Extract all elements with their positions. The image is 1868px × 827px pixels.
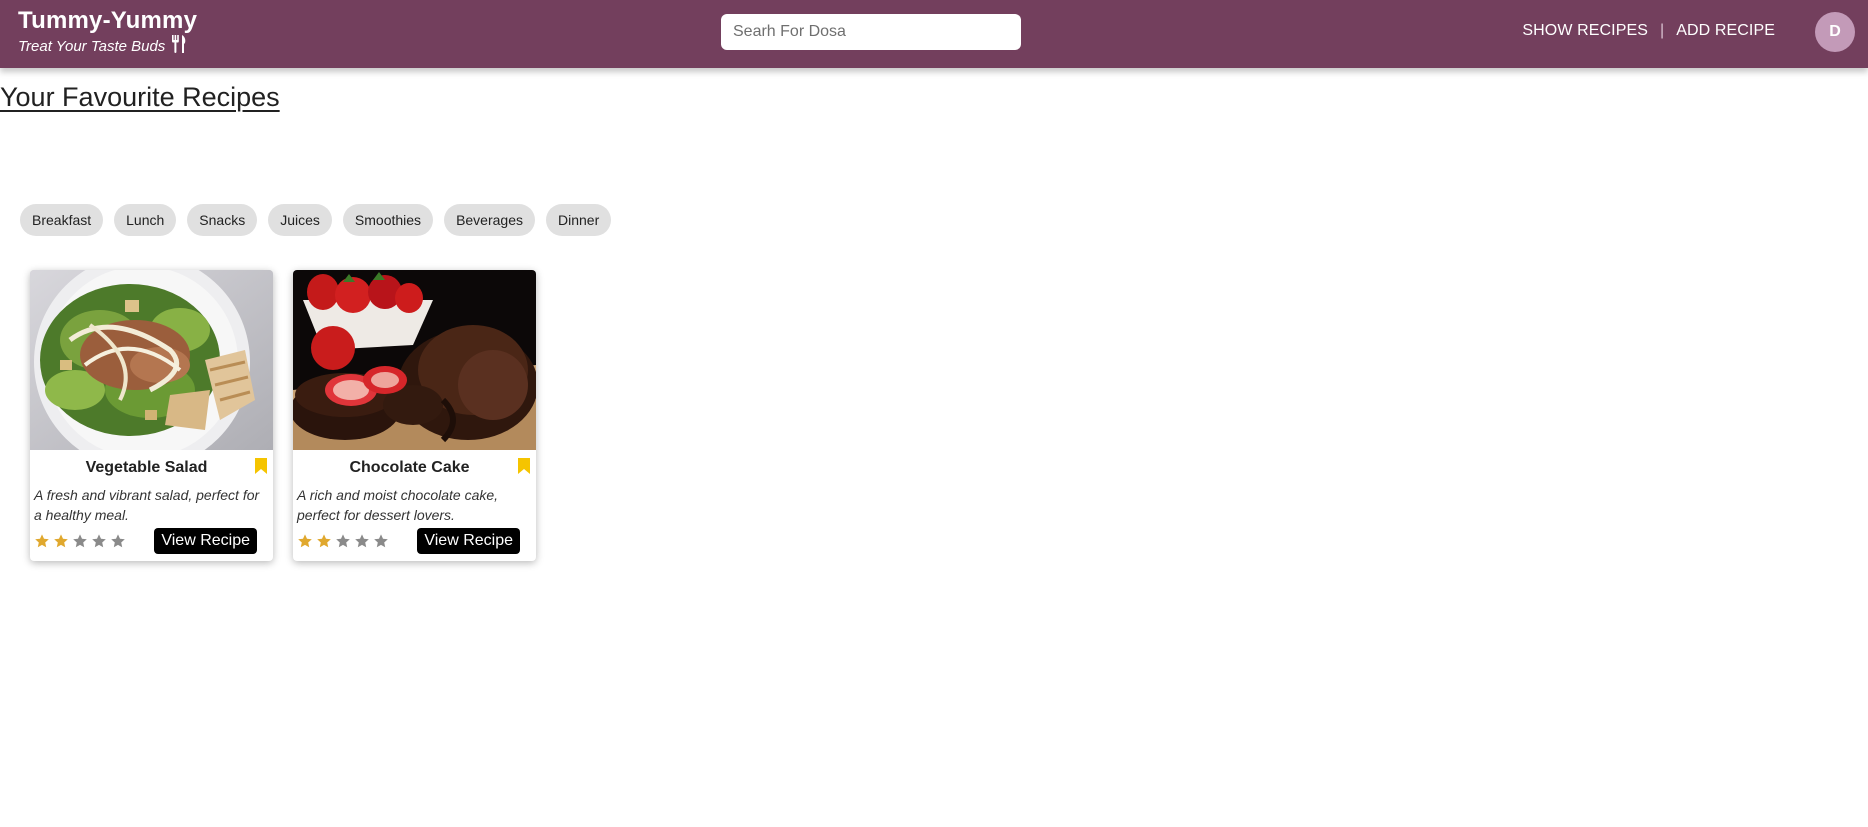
page-title: Your Favourite Recipes — [0, 82, 280, 112]
recipe-title: Vegetable Salad — [85, 459, 208, 476]
nav-add-recipe[interactable]: ADD RECIPE — [1676, 22, 1775, 40]
nav-separator: | — [1660, 22, 1665, 39]
app-title: Tummy-Yummy — [18, 7, 198, 34]
star-empty-icon[interactable] — [354, 533, 370, 549]
chip-dinner[interactable]: Dinner — [546, 204, 612, 236]
recipe-cards: Vegetable Salad A fresh and vibrant sala… — [30, 270, 536, 561]
search-input[interactable] — [721, 14, 1021, 50]
card-footer: View Recipe — [297, 528, 532, 554]
chip-juices[interactable]: Juices — [268, 204, 332, 236]
chip-breakfast[interactable]: Breakfast — [20, 204, 104, 236]
chip-beverages[interactable]: Beverages — [444, 204, 535, 236]
star-empty-icon[interactable] — [373, 533, 389, 549]
recipe-card: Chocolate Cake A rich and moist chocolat… — [293, 270, 536, 561]
view-recipe-button[interactable]: View Recipe — [417, 528, 520, 554]
view-recipe-button[interactable]: View Recipe — [154, 528, 257, 554]
recipe-description: A fresh and vibrant salad, perfect for a… — [34, 487, 260, 523]
brand[interactable]: Tummy-Yummy Treat Your Taste Buds — [18, 7, 197, 59]
main-nav: SHOW RECIPES | ADD RECIPE — [1522, 22, 1775, 40]
app-tagline: Treat Your Taste Buds — [18, 35, 197, 59]
star-empty-icon[interactable] — [335, 533, 351, 549]
recipe-card: Vegetable Salad A fresh and vibrant sala… — [30, 270, 273, 561]
rating-stars — [297, 533, 389, 549]
star-filled-icon[interactable] — [297, 533, 313, 549]
recipe-image-salad[interactable] — [30, 270, 273, 450]
chip-smoothies[interactable]: Smoothies — [342, 204, 434, 236]
card-body: Chocolate Cake A rich and moist chocolat… — [293, 450, 536, 554]
recipe-title: Chocolate Cake — [349, 459, 470, 476]
chip-lunch[interactable]: Lunch — [114, 204, 177, 236]
chip-snacks[interactable]: Snacks — [187, 204, 258, 236]
star-empty-icon[interactable] — [91, 533, 107, 549]
recipe-description: A rich and moist chocolate cake, perfect… — [297, 487, 499, 523]
star-filled-icon[interactable] — [316, 533, 332, 549]
user-avatar[interactable]: D — [1815, 12, 1855, 52]
bookmark-icon[interactable] — [518, 458, 530, 474]
rating-stars — [34, 533, 126, 549]
nav-show-recipes[interactable]: SHOW RECIPES — [1522, 22, 1648, 40]
star-empty-icon[interactable] — [110, 533, 126, 549]
top-navbar: Tummy-Yummy Treat Your Taste Buds SHOW R… — [0, 0, 1868, 68]
star-filled-icon[interactable] — [53, 533, 69, 549]
bookmark-icon[interactable] — [255, 458, 267, 474]
card-footer: View Recipe — [34, 528, 269, 554]
fork-knife-icon — [171, 35, 187, 59]
recipe-image-cake[interactable] — [293, 270, 536, 450]
tagline-text: Treat Your Taste Buds — [18, 38, 166, 55]
star-empty-icon[interactable] — [72, 533, 88, 549]
card-body: Vegetable Salad A fresh and vibrant sala… — [30, 450, 273, 554]
category-chips: Breakfast Lunch Snacks Juices Smoothies … — [20, 204, 612, 236]
star-filled-icon[interactable] — [34, 533, 50, 549]
